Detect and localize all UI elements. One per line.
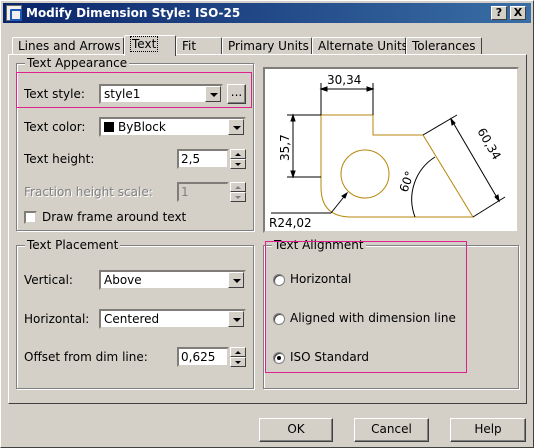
spin-up-icon[interactable] bbox=[230, 149, 246, 159]
fraction-height-spinner[interactable] bbox=[230, 182, 246, 202]
text-color-select[interactable]: ByBlock bbox=[99, 117, 246, 137]
preview-circle bbox=[340, 149, 390, 199]
context-help-button[interactable]: ? bbox=[491, 6, 507, 20]
dimension-preview-image: 30,34 35,7 60,34 60° R24,02 bbox=[269, 73, 506, 230]
browse-style-button[interactable]: ... bbox=[227, 84, 246, 104]
tab-text[interactable]: Text bbox=[124, 35, 176, 56]
spin-up-icon[interactable] bbox=[230, 347, 246, 357]
text-height-value: 2,5 bbox=[181, 152, 201, 166]
radio-horizontal-label: Horizontal bbox=[290, 272, 352, 286]
spin-down-icon[interactable] bbox=[230, 357, 246, 367]
text-style-select[interactable]: style1 bbox=[99, 84, 223, 104]
tab-alternate-units[interactable]: Alternate Units bbox=[312, 37, 408, 55]
fraction-height-value: 1 bbox=[181, 185, 189, 199]
fraction-height-input[interactable]: 1 bbox=[177, 182, 229, 202]
text-height-label: Text height: bbox=[24, 152, 95, 166]
spin-up-icon[interactable] bbox=[230, 182, 246, 192]
window-title: Modify Dimension Style: ISO-25 bbox=[26, 6, 241, 20]
text-color-value: ByBlock bbox=[104, 120, 166, 134]
ok-button[interactable]: OK bbox=[259, 418, 333, 442]
dim-angle-label: 60° bbox=[397, 169, 417, 194]
tab-primary-units[interactable]: Primary Units bbox=[222, 37, 312, 55]
chevron-down-icon[interactable] bbox=[205, 86, 221, 102]
text-height-spinner[interactable] bbox=[230, 149, 246, 169]
radio-iso-standard[interactable] bbox=[273, 352, 285, 364]
fraction-height-label: Fraction height scale: bbox=[24, 185, 153, 199]
horizontal-label: Horizontal: bbox=[24, 312, 90, 326]
chevron-down-icon[interactable] bbox=[228, 272, 244, 288]
spin-down-icon[interactable] bbox=[230, 159, 246, 169]
vertical-select[interactable]: Above bbox=[99, 270, 246, 290]
chevron-down-icon[interactable] bbox=[228, 311, 244, 327]
spin-down-icon[interactable] bbox=[230, 192, 246, 202]
radio-aligned-label: Aligned with dimension line bbox=[290, 311, 456, 325]
dim-radius-label: R24,02 bbox=[269, 216, 312, 230]
text-placement-title: Text Placement bbox=[25, 238, 121, 252]
title-bar[interactable]: Modify Dimension Style: ISO-25 ? X bbox=[3, 3, 531, 23]
dim-top-label: 30,34 bbox=[327, 73, 361, 87]
offset-input[interactable]: 0,625 bbox=[177, 347, 229, 367]
help-button[interactable]: Help bbox=[450, 418, 526, 442]
dim-left-label: 35,7 bbox=[278, 134, 292, 161]
tab-lines-and-arrows[interactable]: Lines and Arrows bbox=[12, 37, 124, 55]
offset-label: Offset from dim line: bbox=[24, 350, 148, 364]
text-style-label: Text style: bbox=[24, 87, 85, 101]
draw-frame-label: Draw frame around text bbox=[42, 210, 187, 224]
color-swatch-icon bbox=[104, 122, 114, 132]
dim-right-label: 60,34 bbox=[474, 126, 503, 163]
radio-iso-standard-label: ISO Standard bbox=[290, 350, 370, 364]
offset-spinner[interactable] bbox=[230, 347, 246, 367]
vertical-value: Above bbox=[104, 273, 142, 287]
offset-value: 0,625 bbox=[181, 350, 216, 364]
text-style-value: style1 bbox=[104, 87, 141, 101]
text-height-input[interactable]: 2,5 bbox=[177, 149, 229, 169]
horizontal-value: Centered bbox=[104, 312, 160, 326]
app-icon bbox=[6, 5, 22, 21]
radio-horizontal[interactable] bbox=[273, 274, 285, 286]
chevron-down-icon[interactable] bbox=[228, 119, 244, 135]
horizontal-select[interactable]: Centered bbox=[99, 309, 246, 329]
vertical-label: Vertical: bbox=[24, 273, 73, 287]
close-button[interactable]: X bbox=[510, 6, 526, 20]
tab-fit[interactable]: Fit bbox=[176, 37, 222, 55]
tab-tolerances[interactable]: Tolerances bbox=[406, 37, 482, 55]
dialog-window: Modify Dimension Style: ISO-25 ? X Lines… bbox=[0, 0, 534, 448]
preview-pane: 30,34 35,7 60,34 60° R24,02 bbox=[263, 67, 519, 233]
text-color-label: Text color: bbox=[24, 120, 86, 134]
text-color-name: ByBlock bbox=[118, 120, 166, 134]
draw-frame-checkbox[interactable] bbox=[24, 211, 37, 224]
text-appearance-title: Text Appearance bbox=[25, 56, 130, 70]
preview-shape bbox=[320, 114, 474, 218]
cancel-button[interactable]: Cancel bbox=[354, 418, 429, 442]
radio-aligned[interactable] bbox=[273, 313, 285, 325]
